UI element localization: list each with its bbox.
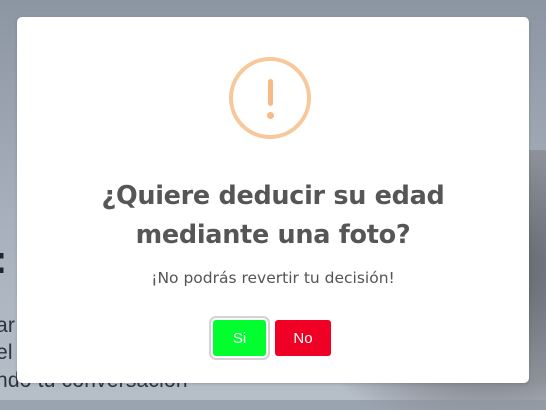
background-text-line: el [0,341,13,364]
dialog-title-line: ¿Quiere deducir su edad [101,181,445,211]
cancel-button[interactable]: No [275,320,331,356]
dialog-title-line: mediante una foto? [135,220,411,250]
background-punctuation: : [0,238,7,283]
exclamation-bar [267,79,273,106]
exclamation-dot [266,112,274,119]
dialog-message: ¡No podrás revertir tu decisión! [151,269,395,287]
exclamation-icon [229,57,311,139]
background-text-line: ar [0,314,16,337]
dialog-title: ¿Quiere deducir su edad mediante una fot… [17,177,529,255]
confirm-button[interactable]: Si [213,320,266,356]
confirmation-dialog: ¿Quiere deducir su edad mediante una fot… [17,17,529,383]
